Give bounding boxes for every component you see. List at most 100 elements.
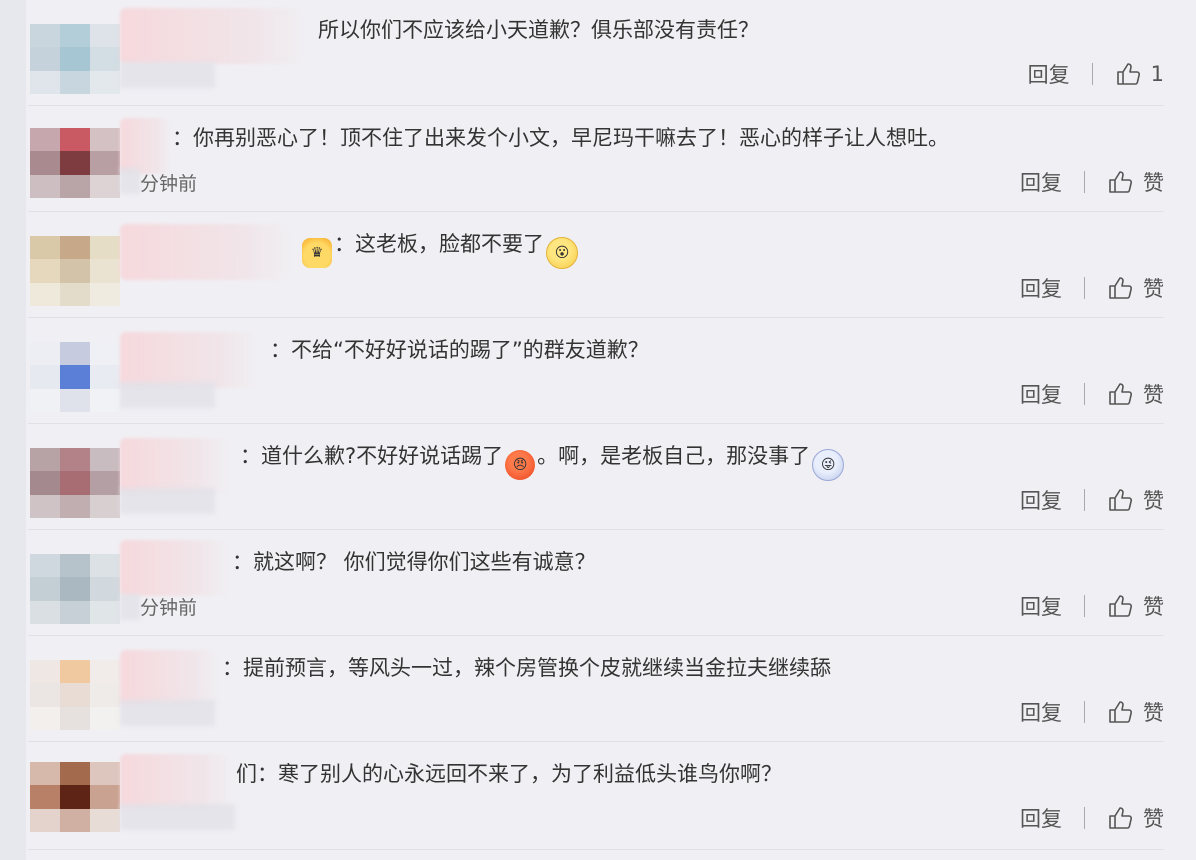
shocked-face-emoji-icon: 😮 xyxy=(546,237,578,269)
comment-body: 寒了别人的心永远回不来了，为了利益低头谁鸟你啊？ xyxy=(278,762,782,786)
timestamp-redacted xyxy=(120,804,235,830)
comment-list: 所以你们不应该给小天道歉？俱乐部没有责任？ 回复 1 ：你再别恶心了！顶不住了出… xyxy=(0,0,1196,860)
comment-actions: 回复 1 xyxy=(1028,58,1164,90)
like-label: 赞 xyxy=(1143,171,1164,195)
action-divider xyxy=(1091,63,1093,85)
like-button[interactable]: 1 xyxy=(1115,61,1164,87)
sidebar-edge xyxy=(0,212,26,318)
sidebar-edge xyxy=(0,424,26,530)
like-label: 赞 xyxy=(1143,701,1164,725)
username-redacted[interactable] xyxy=(120,650,220,706)
comment-actions: 回复 赞 xyxy=(1020,166,1164,198)
action-divider xyxy=(1084,595,1085,617)
reply-button[interactable]: 回复 xyxy=(1020,803,1062,833)
comment-body: 你再别恶心了！顶不住了出来发个小文，早尼玛干嘛去了！恶心的样子让人想吐。 xyxy=(193,126,949,150)
timestamp-redacted xyxy=(120,382,215,408)
comment-item: 所以你们不应该给小天道歉？俱乐部没有责任？ 回复 1 xyxy=(0,0,1196,106)
comment-item: ♛ ：这老板，脸都不要了 😮 回复 赞 xyxy=(0,212,1196,318)
comment-item: ：道什么歉?不好好说话踢了 😠 。啊，是老板自己，那没事了 😜 回复 赞 xyxy=(0,424,1196,530)
username-redacted[interactable] xyxy=(120,224,296,280)
avatar[interactable] xyxy=(30,128,120,198)
timestamp-redacted xyxy=(120,62,215,88)
username-redacted[interactable] xyxy=(120,438,230,494)
like-button[interactable]: 赞 xyxy=(1107,167,1164,197)
action-divider xyxy=(1084,277,1085,299)
like-button[interactable]: 赞 xyxy=(1107,697,1164,727)
thumbs-up-icon xyxy=(1107,275,1133,301)
timestamp-redacted xyxy=(120,700,215,726)
timestamp-redacted xyxy=(120,168,140,194)
name-colon: ： xyxy=(270,338,291,362)
avatar[interactable] xyxy=(30,762,120,832)
comment-body: 道什么歉?不好好说话踢了 xyxy=(261,444,504,468)
like-label: 赞 xyxy=(1143,595,1164,619)
name-colon: ： xyxy=(222,656,243,680)
comment-body: 这老板，脸都不要了 xyxy=(355,232,544,256)
like-label: 赞 xyxy=(1143,383,1164,407)
comment-text: ♛ ：这老板，脸都不要了 😮 xyxy=(300,230,580,269)
reply-button[interactable]: 回复 xyxy=(1028,59,1070,89)
timestamp-redacted xyxy=(120,594,140,620)
reply-button[interactable]: 回复 xyxy=(1020,591,1062,621)
comment-text: 所以你们不应该给小天道歉？俱乐部没有责任？ xyxy=(318,18,759,42)
sidebar-edge xyxy=(0,742,26,860)
like-count: 1 xyxy=(1150,62,1164,86)
comment-body: 提前预言，等风头一过，辣个房管换个皮就继续当金拉夫继续舔 xyxy=(243,656,831,680)
sidebar-edge xyxy=(0,530,26,636)
comment-text: ：你再别恶心了！顶不住了出来发个小文，早尼玛干嘛去了！恶心的样子让人想吐。 xyxy=(172,124,949,152)
comment-actions: 回复 赞 xyxy=(1020,696,1164,728)
sidebar-edge xyxy=(0,0,26,106)
timestamp: 分钟前 xyxy=(140,173,198,195)
sidebar-edge xyxy=(0,318,26,424)
comment-actions: 回复 赞 xyxy=(1020,378,1164,410)
username-redacted[interactable] xyxy=(120,332,260,388)
name-colon: ： xyxy=(240,444,261,468)
like-button[interactable]: 赞 xyxy=(1107,379,1164,409)
like-button[interactable]: 赞 xyxy=(1107,273,1164,303)
comment-actions: 回复 赞 xyxy=(1020,802,1164,834)
reply-button[interactable]: 回复 xyxy=(1020,273,1062,303)
avatar[interactable] xyxy=(30,660,120,730)
comment-text: ：提前预言，等风头一过，辣个房管换个皮就继续当金拉夫继续舔 xyxy=(222,654,831,682)
thumbs-up-icon xyxy=(1115,61,1141,87)
action-divider xyxy=(1084,171,1085,193)
username-redacted[interactable] xyxy=(120,8,310,64)
action-divider xyxy=(1084,383,1085,405)
name-colon: ： xyxy=(334,232,355,256)
like-button[interactable]: 赞 xyxy=(1107,591,1164,621)
avatar[interactable] xyxy=(30,236,120,306)
comment-body: 就这啊？ 你们觉得你们这些有诚意？ xyxy=(253,550,596,574)
comment-item: ：提前预言，等风头一过，辣个房管换个皮就继续当金拉夫继续舔 回复 赞 xyxy=(0,636,1196,742)
comment-body-cont: 。啊，是老板自己，那没事了 xyxy=(537,444,811,468)
reply-button[interactable]: 回复 xyxy=(1020,379,1062,409)
comment-item: ：你再别恶心了！顶不住了出来发个小文，早尼玛干嘛去了！恶心的样子让人想吐。 分钟… xyxy=(0,106,1196,212)
username-redacted[interactable] xyxy=(120,118,172,174)
avatar[interactable] xyxy=(30,24,120,94)
action-divider xyxy=(1084,489,1085,511)
avatar[interactable] xyxy=(30,448,120,518)
username-redacted[interactable] xyxy=(120,754,235,810)
reply-button[interactable]: 回复 xyxy=(1020,167,1062,197)
name-colon: ： xyxy=(172,126,193,150)
reply-button[interactable]: 回复 xyxy=(1020,697,1062,727)
angry-face-emoji-icon: 😠 xyxy=(505,450,536,480)
action-divider xyxy=(1084,807,1085,829)
avatar[interactable] xyxy=(30,342,120,412)
like-button[interactable]: 赞 xyxy=(1107,803,1164,833)
comment-actions: 回复 赞 xyxy=(1020,590,1164,622)
avatar[interactable] xyxy=(30,554,120,624)
thumbs-up-icon xyxy=(1107,487,1133,513)
thumbs-up-icon xyxy=(1107,699,1133,725)
action-divider xyxy=(1084,701,1085,723)
like-label: 赞 xyxy=(1143,807,1164,831)
comment-text: 们：寒了别人的心永远回不来了，为了利益低头谁鸟你啊？ xyxy=(236,760,782,788)
like-button[interactable]: 赞 xyxy=(1107,485,1164,515)
like-label: 赞 xyxy=(1143,277,1164,301)
name-colon: 们： xyxy=(236,762,278,786)
crown-emoji-icon: ♛ xyxy=(302,238,332,268)
reply-button[interactable]: 回复 xyxy=(1020,485,1062,515)
comment-text: ：不给“不好好说话的踢了”的群友道歉？ xyxy=(270,336,649,364)
username-redacted[interactable] xyxy=(120,540,230,596)
thumbs-up-icon xyxy=(1107,169,1133,195)
comment-item: ：不给“不好好说话的踢了”的群友道歉？ 回复 赞 xyxy=(0,318,1196,424)
